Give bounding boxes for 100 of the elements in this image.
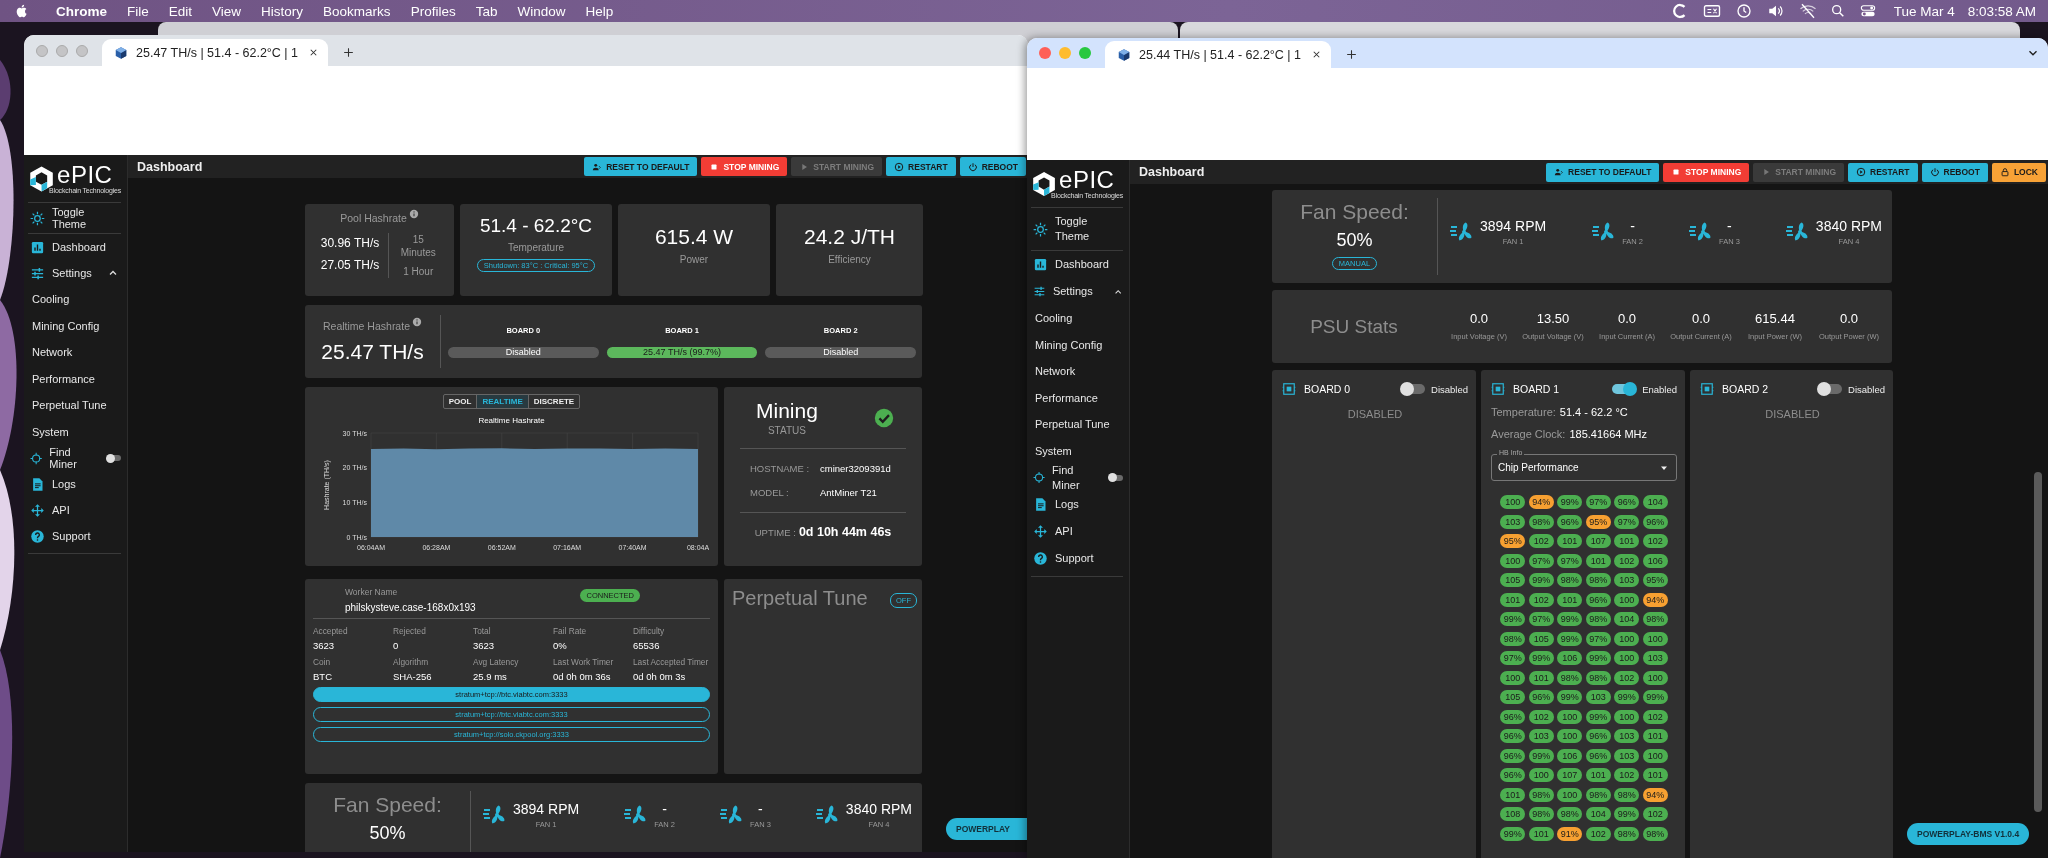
chip-badge: 103 — [1614, 748, 1640, 763]
wifi-off-icon[interactable] — [1798, 2, 1817, 20]
restart-button[interactable]: RESTART — [1848, 162, 1918, 182]
menu-item[interactable]: History — [261, 3, 304, 19]
browser-tab[interactable]: 25.47 TH/s | 51.4 - 62.2°C | 1 — [102, 39, 328, 66]
menu-item[interactable]: Window — [517, 3, 566, 19]
menu-item[interactable]: Help — [585, 3, 614, 19]
menu-item[interactable]: File — [127, 3, 149, 19]
stop-button[interactable]: STOP MINING — [701, 157, 788, 176]
display-icon[interactable] — [1701, 2, 1722, 20]
chart-tab[interactable]: POOL — [443, 395, 477, 408]
new-tab-icon[interactable] — [1345, 48, 1358, 61]
help-icon — [30, 528, 45, 544]
chip-badge: 102 — [1528, 592, 1554, 607]
chip-badge: 98% — [1528, 787, 1554, 802]
chip-badge: 97% — [1585, 495, 1611, 509]
model-value: AntMiner T21 — [820, 487, 878, 498]
card-label: Pool Hashrate — [340, 212, 407, 224]
document-icon — [1033, 497, 1048, 512]
play-circle-icon — [1856, 167, 1866, 177]
sidebar-item[interactable]: Support — [28, 523, 121, 549]
menu-item[interactable]: View — [212, 3, 242, 19]
sidebar-item[interactable]: API — [1031, 518, 1123, 545]
chip-badge: 105 — [1500, 690, 1526, 704]
chip-badge: 94% — [1528, 495, 1554, 509]
play-circle-icon — [894, 161, 905, 172]
sidebar-item[interactable]: Dashboard — [1031, 251, 1123, 278]
stop-icon — [1671, 167, 1682, 177]
field-label: UPTIME : — [754, 527, 796, 538]
menu-bar-date[interactable]: Tue Mar 4 — [1893, 3, 1955, 19]
menu-item[interactable]: Bookmarks — [323, 3, 391, 19]
chart-tab[interactable]: DISCRETE — [527, 395, 580, 408]
crosshair-icon — [30, 450, 43, 466]
chip-badge: 99% — [1557, 612, 1583, 626]
new-tab-icon[interactable] — [342, 46, 355, 59]
fan-rpm: 3894 RPM — [1480, 217, 1547, 234]
field-label: MODEL : — [750, 487, 790, 498]
card-title: PSU Stats — [1309, 315, 1399, 338]
toggle-switch[interactable] — [107, 455, 121, 461]
sidebar-item[interactable]: Mining Config — [1031, 331, 1123, 358]
reset-button[interactable]: RESET TO DEFAULT — [584, 157, 698, 176]
menu-item[interactable]: Chrome — [56, 3, 107, 19]
clock-value: 185.41664 MHz — [1569, 428, 1648, 440]
chip-badge: 106 — [1557, 748, 1583, 763]
fan-rpm: - — [662, 800, 667, 817]
sidebar-item[interactable]: Cooling — [1031, 305, 1123, 332]
sidebar-item[interactable]: Perpetual Tune — [1031, 411, 1123, 438]
stop-button[interactable]: STOP MINING — [1663, 162, 1750, 182]
sidebar-item[interactable]: Network — [1031, 358, 1123, 385]
chip-badge: 99% — [1614, 690, 1640, 704]
toggle-switch[interactable] — [1612, 384, 1637, 394]
sidebar-item[interactable]: Cooling — [28, 286, 121, 313]
sidebar-item[interactable]: Support — [1031, 545, 1123, 572]
menu-item[interactable]: Edit — [168, 3, 193, 19]
chip-icon — [1700, 382, 1714, 396]
sidebar-item[interactable]: Perpetual Tune — [28, 392, 121, 419]
close-icon[interactable] — [1311, 49, 1322, 60]
sidebar-item[interactable]: Network — [28, 339, 121, 366]
help-icon — [1033, 551, 1048, 566]
chip-badge: 100 — [1500, 553, 1526, 568]
sidebar-item[interactable]: Find Miner — [1031, 464, 1123, 491]
reset-button[interactable]: RESET TO DEFAULT — [1546, 162, 1660, 182]
lock-button[interactable]: LOCK — [1991, 162, 2046, 182]
sidebar-item[interactable]: Mining Config — [28, 312, 121, 339]
search-icon[interactable] — [1829, 3, 1846, 19]
close-icon[interactable] — [308, 47, 319, 58]
menu-item[interactable]: Profiles — [410, 3, 456, 19]
sidebar-item[interactable]: Find Miner — [28, 445, 121, 471]
menu-bar-time[interactable]: 8:03:58 AM — [1967, 3, 2036, 19]
stat-value: BTC — [313, 671, 333, 682]
restart-button[interactable]: RESTART — [886, 157, 956, 176]
toggle-switch[interactable] — [1818, 384, 1843, 394]
version-badge[interactable]: POWERPLAY-BMS V1.0.4 — [1907, 823, 2030, 845]
sidebar-item[interactable]: Settings — [1031, 278, 1123, 305]
toggle-switch[interactable] — [1109, 474, 1123, 481]
toggles-icon[interactable] — [1858, 3, 1877, 19]
sidebar-item[interactable]: Toggle Theme — [1031, 208, 1123, 250]
cube-icon — [114, 45, 128, 60]
menu-item[interactable]: Tab — [475, 3, 498, 19]
sidebar-item[interactable]: System — [28, 418, 121, 445]
toggle-switch[interactable] — [1401, 384, 1426, 394]
chip-badge: 103 — [1642, 651, 1668, 665]
sidebar-item[interactable]: System — [1031, 437, 1123, 464]
sidebar-item[interactable]: Performance — [28, 365, 121, 392]
clock-icon[interactable] — [1734, 2, 1753, 20]
sidebar-item[interactable]: Toggle Theme — [28, 203, 121, 233]
chip-badge: 98% — [1642, 612, 1668, 626]
sidebar-item[interactable]: API — [28, 497, 121, 523]
sidebar-item[interactable]: Logs — [28, 471, 121, 497]
sidebar-item[interactable]: Settings — [28, 260, 121, 286]
chip-badge: 100 — [1557, 729, 1583, 743]
stat-label: Fail Rate — [553, 625, 588, 638]
chart-tab[interactable]: REALTIME — [476, 395, 528, 408]
browser-tab[interactable]: 25.44 TH/s | 51.4 - 62.2°C | 1 — [1105, 41, 1331, 68]
reboot-button[interactable]: REBOOT — [1921, 162, 1988, 182]
sidebar-item[interactable]: Dashboard — [28, 234, 121, 260]
sidebar-item[interactable]: Logs — [1031, 491, 1123, 518]
reboot-button[interactable]: REBOOT — [959, 157, 1026, 176]
chip-badge: 101 — [1528, 670, 1554, 685]
sidebar-item[interactable]: Performance — [1031, 384, 1123, 411]
